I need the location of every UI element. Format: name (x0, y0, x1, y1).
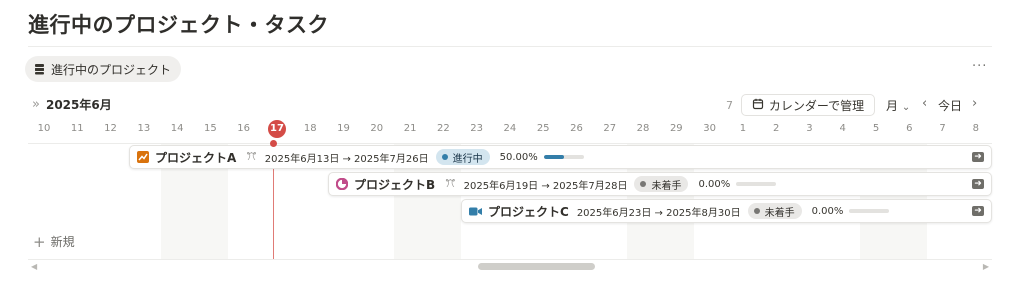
view-tab-label: 進行中のプロジェクト (51, 62, 172, 77)
day-label: 30 (703, 123, 716, 134)
people-icon: ꔫ (445, 177, 456, 190)
day-label: 25 (536, 123, 550, 134)
project-name: プロジェクトB (354, 177, 436, 192)
day-label: 3 (806, 123, 813, 134)
project-bar-a[interactable]: プロジェクトA ꔫ 2025年6月13日 → 2025年7月26日 進行中 50… (129, 145, 992, 169)
day-label: 15 (204, 123, 217, 134)
today-day-marker: 17 (267, 120, 286, 138)
day-label: 29 (669, 123, 683, 134)
progress-bar (849, 209, 890, 213)
progress-bar (543, 155, 584, 159)
day-label: 28 (636, 123, 650, 134)
prev-period-icon[interactable]: ‹ (922, 96, 927, 111)
day-label: 12 (104, 123, 117, 134)
day-label: 5 (872, 123, 880, 134)
collapse-sidebar-icon[interactable]: » (32, 97, 40, 112)
open-page-icon[interactable]: ➜ (972, 179, 984, 189)
day-label: 8 (972, 123, 980, 134)
progress-text: 50.00% (499, 151, 538, 163)
add-new-label: 新規 (50, 235, 75, 249)
day-label: 13 (137, 123, 151, 134)
project-dates: 2025年6月13日 → 2025年7月26日 (264, 153, 429, 165)
day-label: 4 (839, 123, 846, 134)
week-count: 7 (726, 99, 733, 112)
day-label: 20 (370, 123, 384, 134)
today-dot (270, 140, 277, 147)
project-name: プロジェクトC (488, 204, 569, 219)
day-label: 23 (470, 123, 483, 134)
scale-label: 月 (886, 99, 899, 113)
day-label: 6 (906, 123, 913, 134)
calendar-manage-button[interactable]: カレンダーで管理 (741, 94, 875, 116)
scroll-right-icon[interactable]: ▶ (983, 262, 989, 271)
day-label: 2 (772, 123, 780, 134)
page-title: 進行中のプロジェクト・タスク (28, 13, 329, 37)
scroll-left-icon[interactable]: ◀ (31, 262, 37, 271)
day-label: 21 (403, 123, 417, 134)
day-label: 24 (503, 123, 517, 134)
project-bar-b[interactable]: プロジェクトB ꔫ 2025年6月19日 → 2025年7月28日 未着手 0.… (328, 172, 992, 196)
plus-icon: + (33, 232, 46, 251)
add-new-button[interactable]: + 新規 (33, 233, 75, 250)
open-page-icon[interactable]: ➜ (972, 206, 984, 216)
horizontal-scrollbar[interactable]: ◀ ▶ (28, 260, 992, 272)
project-name: プロジェクトA (155, 150, 237, 165)
day-label: 10 (37, 123, 51, 134)
calendar-icon (752, 98, 764, 113)
day-label: 26 (570, 123, 583, 134)
day-label: 19 (337, 123, 350, 134)
open-page-icon[interactable]: ➜ (972, 152, 984, 162)
day-axis: 10 11 12 13 14 15 16 17 18 19 20 21 22 23 24 25 26 27 28 29… (0, 118, 1024, 140)
day-label: 18 (303, 123, 317, 134)
video-camera-icon (469, 206, 482, 217)
progress-text: 0.00% (811, 205, 844, 217)
calendar-manage-label: カレンダーで管理 (768, 98, 865, 113)
scale-selector[interactable]: 月 ⌄ (886, 97, 910, 114)
status-badge: 未着手 (634, 176, 689, 192)
project-bar-c[interactable]: プロジェクトC 2025年6月23日 → 2025年8月30日 未着手 0.00… (461, 199, 992, 223)
more-options-icon[interactable]: ··· (972, 60, 987, 73)
scrollbar-thumb[interactable] (478, 263, 595, 270)
status-badge: 未着手 (747, 203, 802, 219)
day-label: 11 (70, 123, 84, 134)
title-divider (28, 46, 992, 47)
day-label: 1 (739, 123, 747, 134)
timeline-header: » 2025年6月 (32, 96, 112, 113)
view-tab-active-projects[interactable]: 進行中のプロジェクト (25, 56, 182, 82)
chevron-down-icon: ⌄ (901, 102, 911, 113)
day-label: 27 (603, 123, 617, 134)
today-button[interactable]: 今日 (938, 97, 962, 114)
progress-bar (736, 182, 777, 186)
month-label: 2025年6月 (45, 98, 112, 112)
next-period-icon[interactable]: › (972, 96, 977, 111)
day-label: 7 (939, 123, 946, 134)
project-dates: 2025年6月23日 → 2025年8月30日 (576, 207, 741, 219)
progress-text: 0.00% (698, 178, 731, 190)
project-dates: 2025年6月19日 → 2025年7月28日 (463, 180, 628, 192)
chart-up-icon (137, 151, 149, 163)
day-label: 22 (436, 123, 450, 134)
status-badge: 進行中 (435, 149, 490, 165)
day-label: 16 (237, 123, 251, 134)
database-icon (34, 63, 45, 75)
pie-chart-icon (336, 178, 348, 190)
day-label: 14 (170, 123, 184, 134)
people-icon: ꔫ (246, 150, 257, 163)
